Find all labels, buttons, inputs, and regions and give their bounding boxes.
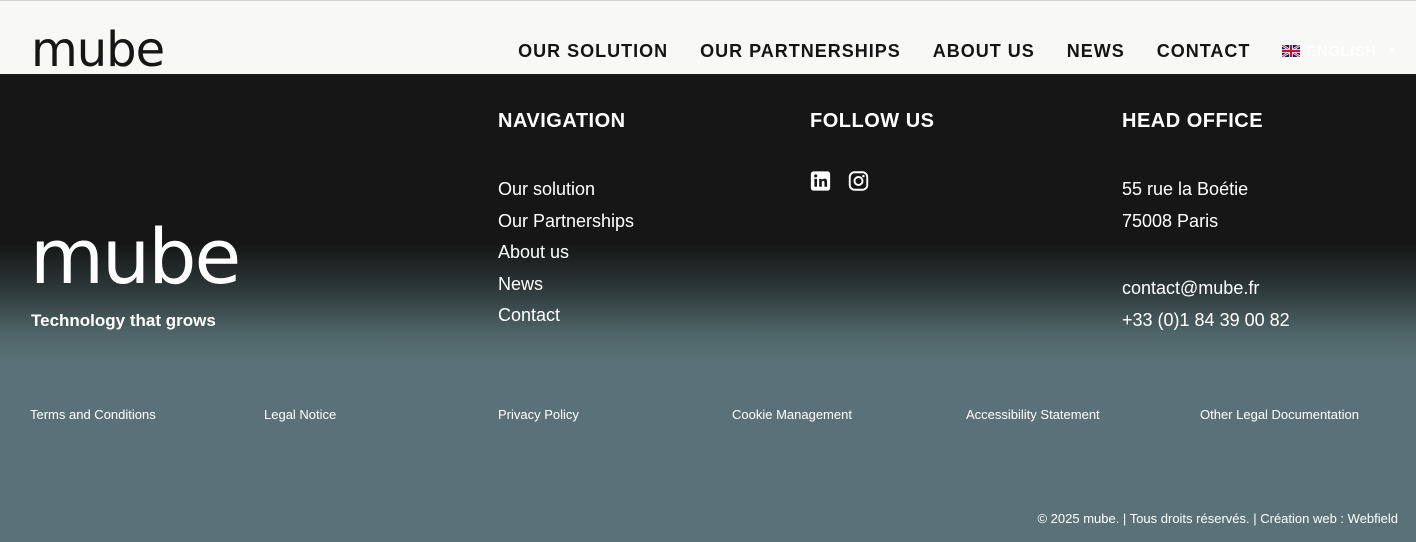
footer-nav-list: Our solution Our Partnerships About us N…	[498, 174, 634, 332]
footer-logo[interactable]: mube	[30, 219, 241, 295]
office-address-line1: 55 rue la Boétie	[1122, 179, 1249, 199]
nav-news[interactable]: NEWS	[1067, 39, 1125, 63]
footer-link-news[interactable]: News	[498, 269, 634, 301]
nav-our-solution[interactable]: OUR SOLUTION	[518, 39, 668, 63]
nav-contact[interactable]: CONTACT	[1157, 39, 1251, 63]
footer-link-our-partnerships[interactable]: Our Partnerships	[498, 206, 634, 238]
footer-link-contact[interactable]: Contact	[498, 300, 634, 332]
legal-link-terms[interactable]: Terms and Conditions	[30, 407, 156, 422]
site-logo[interactable]: mube	[31, 26, 165, 74]
spacer	[1122, 237, 1290, 273]
site-footer: mube Technology that grows NAVIGATION Ou…	[0, 74, 1416, 542]
site-header: mube OUR SOLUTION OUR PARTNERSHIPS ABOUT…	[0, 0, 1416, 74]
nav-about-us[interactable]: ABOUT US	[933, 39, 1035, 63]
footer-tagline: Technology that grows	[31, 311, 216, 330]
uk-flag-icon	[1282, 45, 1301, 57]
navigation-heading: NAVIGATION	[498, 110, 626, 132]
footer-link-our-solution[interactable]: Our solution	[498, 174, 634, 206]
instagram-icon[interactable]	[848, 170, 869, 192]
chevron-down-icon: ▼	[1386, 45, 1398, 57]
legal-link-legal-notice[interactable]: Legal Notice	[264, 407, 336, 422]
head-office-heading: HEAD OFFICE	[1122, 110, 1264, 132]
head-office-details: 55 rue la Boétie 75008 Paris contact@mub…	[1122, 174, 1290, 336]
office-address-line2: 75008 Paris	[1122, 210, 1219, 231]
copyright-text: © 2025 mube. | Tous droits réservés. | C…	[1037, 511, 1398, 526]
office-email-link[interactable]: contact@mube.fr	[1122, 273, 1290, 305]
nav-our-partnerships[interactable]: OUR PARTNERSHIPS	[700, 39, 901, 63]
office-phone-link[interactable]: +33 (0)1 84 39 00 82	[1122, 305, 1290, 337]
main-nav: OUR SOLUTION OUR PARTNERSHIPS ABOUT US N…	[518, 39, 1398, 63]
social-links	[810, 170, 869, 192]
legal-link-accessibility[interactable]: Accessibility Statement	[966, 407, 1100, 422]
legal-link-cookies[interactable]: Cookie Management	[732, 407, 852, 422]
follow-us-heading: FOLLOW US	[810, 110, 935, 132]
footer-link-about-us[interactable]: About us	[498, 237, 634, 269]
legal-link-other-docs[interactable]: Other Legal Documentation	[1200, 407, 1359, 422]
legal-link-privacy[interactable]: Privacy Policy	[498, 407, 579, 422]
language-label: ENGLISH	[1306, 42, 1377, 60]
linkedin-icon[interactable]	[810, 170, 831, 192]
language-selector[interactable]: ENGLISH ▼	[1282, 43, 1398, 60]
